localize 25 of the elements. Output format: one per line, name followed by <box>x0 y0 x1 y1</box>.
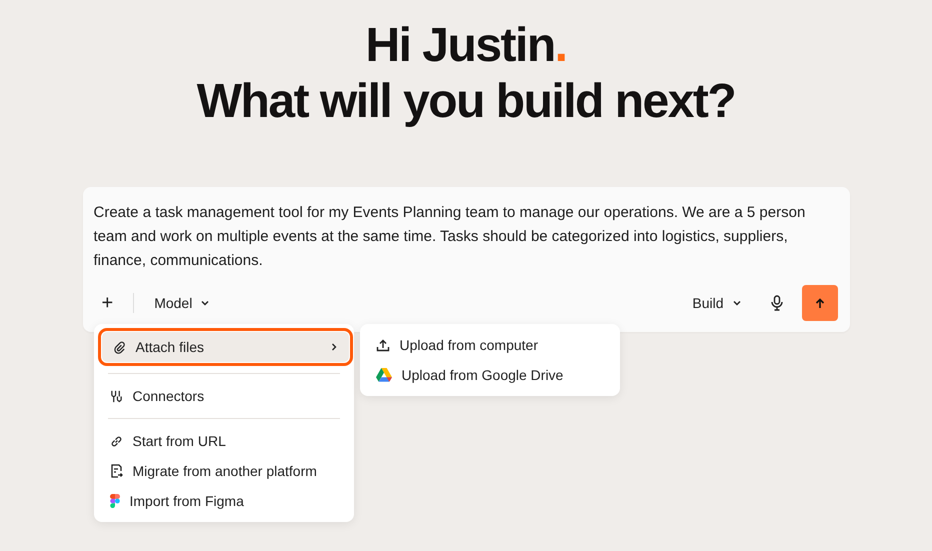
menu-item[interactable]: Upload from computer <box>364 330 614 360</box>
menu-item[interactable]: Attach files <box>102 332 348 362</box>
headline: What will you build next? <box>196 74 736 130</box>
chevron-down-icon <box>200 298 210 308</box>
paperclip-icon <box>112 340 126 354</box>
menu-item[interactable]: Import from Figma <box>98 486 348 516</box>
mode-dropdown[interactable]: Build <box>684 291 750 315</box>
microphone-icon[interactable] <box>770 295 784 311</box>
menu-item[interactable]: Connectors <box>98 381 348 411</box>
document-arrow-icon <box>110 464 122 478</box>
upload-icon <box>376 338 390 352</box>
greeting-heading: Hi Justin. <box>365 18 566 74</box>
chevron-down-icon <box>732 298 742 308</box>
add-button[interactable]: + <box>94 292 122 314</box>
figma-logo-icon <box>110 494 120 508</box>
menu-item[interactable]: Start from URL <box>98 426 348 456</box>
send-button[interactable] <box>802 285 838 321</box>
prompt-text[interactable]: Create a task management tool for my Events Planning team to manage our operations. We are a 5 person team and work on multiple events at the same time. Tasks should be categorized into logistics, suppliers, finance, communications. <box>94 201 838 273</box>
link-icon <box>110 434 122 448</box>
arrow-up-icon <box>814 298 824 308</box>
menu-item[interactable]: Upload from Google Drive <box>364 360 614 390</box>
connector-icon <box>110 390 122 402</box>
model-dropdown[interactable]: Model <box>146 291 218 315</box>
google-drive-icon <box>376 368 392 382</box>
menu-item[interactable]: Migrate from another platform <box>98 456 348 486</box>
